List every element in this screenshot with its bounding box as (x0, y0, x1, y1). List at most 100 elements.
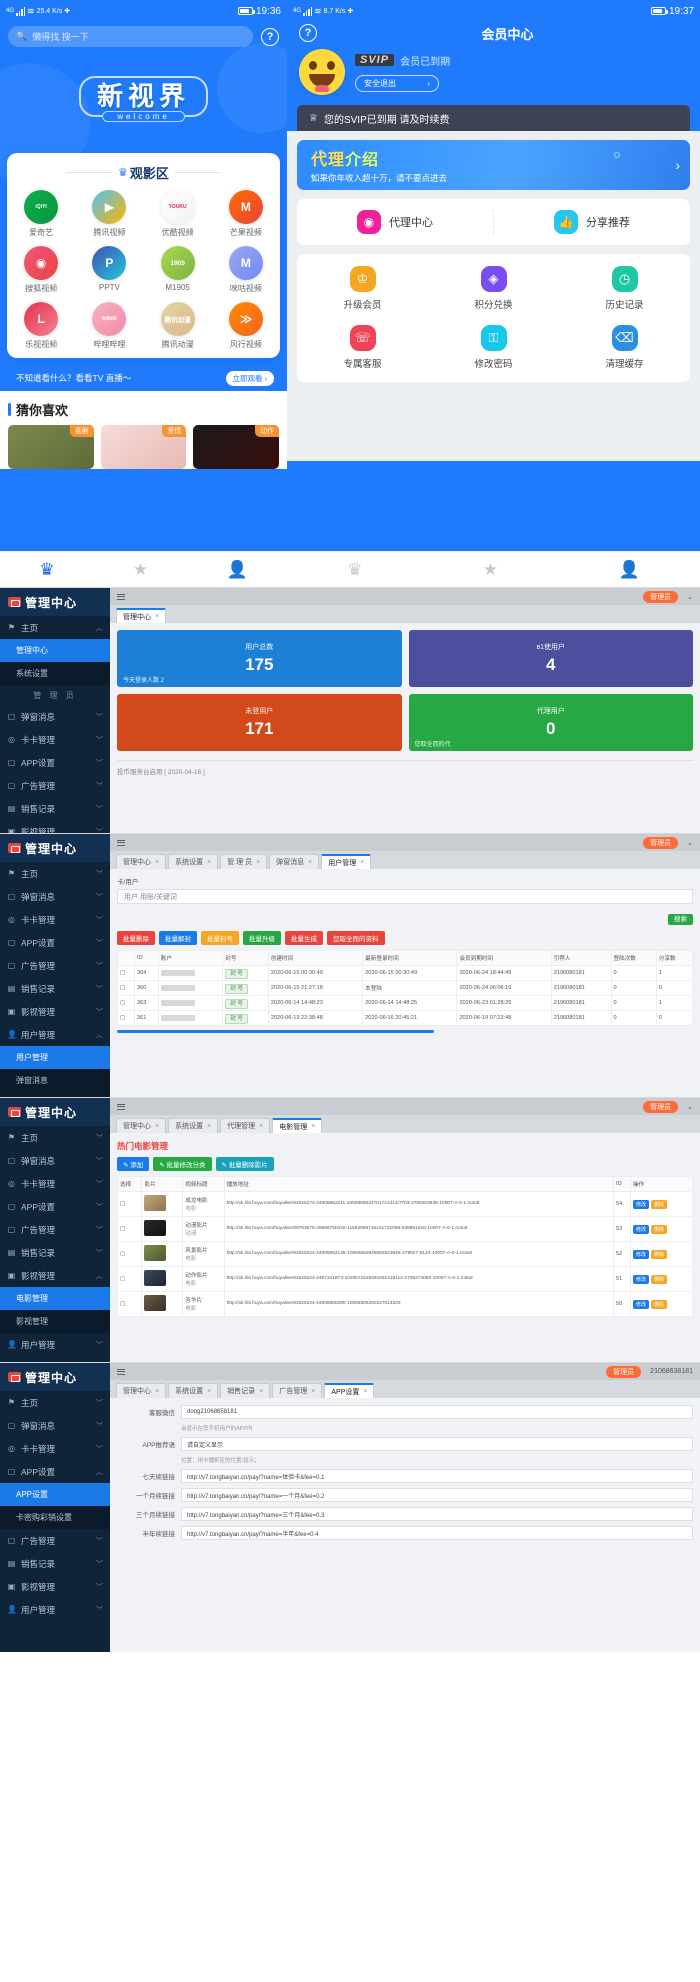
sidebar-item-ads[interactable]: ▢ 广告管理 ﹀ (0, 774, 110, 797)
video-site-item[interactable]: bilibili 哔哩哔哩 (75, 302, 143, 350)
table-row[interactable]: ▢ 304 封 号 2020-06-15 00:30:49 2020-06-15 00:… (116, 965, 694, 981)
movie-action-button[interactable]: ✎ 批量删除影片 (215, 1157, 274, 1171)
movie-action-button[interactable]: ✎ 添加 (117, 1157, 150, 1171)
video-site-item[interactable]: 1905 M1905 (144, 246, 212, 294)
sidebar-item-home-2[interactable]: ⚑ 主页 ﹀ (0, 862, 110, 885)
movie-op-button[interactable]: 删除 (651, 1299, 668, 1309)
tab-admin-center[interactable]: 管理中心 × (116, 608, 167, 623)
tab-close-icon[interactable]: × (155, 1123, 159, 1130)
search-input-users[interactable]: 用户 用账/关键词 (117, 889, 693, 904)
sidebar-item-popup-3[interactable]: ▢ 弹窗消息 ﹀ (0, 1149, 110, 1172)
settings-field-input[interactable]: dong21068658181 (181, 1405, 693, 1419)
movie-row-checkbox[interactable]: ▢ (116, 1191, 143, 1217)
tab-close-icon[interactable]: × (256, 859, 260, 866)
agent-intro-banner[interactable]: 代理介绍 如果你年收入超十万，请不要点进去 › (297, 140, 690, 190)
movie-action-button[interactable]: ✎ 批量修改分类 (153, 1157, 212, 1171)
cell-ban[interactable]: 封 号 (222, 995, 269, 1011)
hamburger-icon-movies[interactable] (117, 1103, 125, 1110)
settings-field-input[interactable]: http://v7.tongbaiyan.cn/pay/?name=半年&fee… (181, 1526, 693, 1540)
sidebar-item-home-4[interactable]: ⚑ 主页 ﹀ (0, 1391, 110, 1414)
movie-row-checkbox[interactable]: ▢ (116, 1291, 143, 1317)
search-button[interactable]: 搜索 (668, 914, 693, 925)
movie-row-checkbox[interactable]: ▢ (116, 1241, 143, 1267)
close-icon[interactable]: × (155, 613, 159, 620)
settings-field-input[interactable]: http://v7.tongbaiyan.cn/pay/?name=三个月&fe… (181, 1507, 693, 1521)
recommend-thumb[interactable]: 动作 (193, 425, 280, 469)
movie-table-row[interactable]: ▢ 成龙电影 电影 http://xk.hls.huya.com/huyalive/9… (116, 1191, 694, 1217)
sidebar-sub-agent-mgmt[interactable]: 弹窗消息 (0, 1069, 110, 1092)
movie-op-button[interactable]: 删除 (651, 1224, 668, 1234)
tab-close-icon[interactable]: × (155, 859, 159, 866)
cell-ban[interactable]: 封 号 (222, 980, 269, 996)
movie-row-checkbox[interactable]: ▢ (116, 1266, 143, 1292)
sidebar-item-system-settings[interactable]: 系统设置 (0, 662, 110, 685)
member-function-item[interactable]: ◈ 积分兑换 (428, 266, 559, 311)
sidebar-item-app-3[interactable]: ▢ APP设置 ﹀ (0, 1195, 110, 1218)
row-checkbox[interactable]: ▢ (116, 995, 136, 1011)
row-checkbox[interactable]: ▢ (116, 980, 136, 996)
tab-5[interactable]: APP设置 × (324, 1383, 375, 1398)
tab-4[interactable]: 弹窗消息 × (269, 854, 320, 869)
member-function-item[interactable]: ⌫ 清理缓存 (559, 325, 690, 370)
video-site-item[interactable]: M 芒果视频 (212, 190, 280, 238)
sidebar-item-home[interactable]: ⚑ 主页 ︿ (0, 616, 110, 639)
bulk-action-button[interactable]: 批量解封 (159, 931, 197, 945)
movie-op-button[interactable]: 修改 (632, 1224, 649, 1234)
sidebar-sub-card-price[interactable]: 卡密购彩销设置 (0, 1506, 110, 1529)
tab-3[interactable]: 代理管理 × (220, 1118, 271, 1133)
hamburger-icon[interactable] (117, 593, 125, 600)
sidebar-item-app-4[interactable]: ▢ APP设置 ︿ (0, 1460, 110, 1483)
help-icon-member[interactable]: ? (299, 23, 317, 42)
search-input[interactable]: 🔍 懒得找 搜一下 (8, 26, 253, 47)
bulk-action-button[interactable]: 批量生成 (285, 931, 323, 945)
row-checkbox[interactable]: ▢ (116, 1010, 136, 1026)
bulk-action-button[interactable]: 批量升级 (243, 931, 281, 945)
sidebar-item-card-3[interactable]: ◎ 卡卡管理 ﹀ (0, 1172, 110, 1195)
table-row[interactable]: ▢ 361 封 号 2020-06-13 22:38:48 2020-06-16 20:… (116, 1010, 694, 1026)
tab-1[interactable]: 管理中心 × (116, 1383, 167, 1398)
movie-op-button[interactable]: 修改 (632, 1249, 649, 1259)
video-site-item[interactable]: M 咪咕视频 (212, 246, 280, 294)
sidebar-item-film-2[interactable]: ▣ 影视管理 ﹀ (0, 1000, 110, 1023)
movie-op-button[interactable]: 删除 (651, 1199, 668, 1209)
member-function-item[interactable]: ◷ 历史记录 (559, 266, 690, 311)
sidebar-sub-movie-mgmt[interactable]: 电影管理 (0, 1287, 110, 1310)
table-row[interactable]: ▢ 363 封 号 2020-06-14 14:48:23 2020-06-14 14:… (116, 995, 694, 1011)
quick-action-2[interactable]: 👍 分享推荐 (493, 210, 690, 234)
tab-close-icon[interactable]: × (207, 1123, 211, 1130)
nav-crown-icon-member[interactable]: ♛ (347, 560, 362, 580)
movie-row-checkbox[interactable]: ▢ (116, 1216, 143, 1242)
video-site-item[interactable]: ▶ 腾讯视频 (75, 190, 143, 238)
tab-close-icon[interactable]: × (360, 859, 364, 866)
member-function-item[interactable]: ⚿ 修改密码 (428, 325, 559, 370)
movie-op-button[interactable]: 修改 (632, 1299, 649, 1309)
movie-table-row[interactable]: ▢ 风景影片 电影 http://xk.hls.huya.com/huyalive/9… (116, 1241, 694, 1267)
video-site-item[interactable]: 腾讯动漫 腾讯动漫 (144, 302, 212, 350)
tab-close-icon[interactable]: × (207, 859, 211, 866)
member-function-item[interactable]: ☏ 专属客服 (297, 325, 428, 370)
tab-2[interactable]: 系统设置 × (168, 1118, 219, 1133)
tab-close-icon[interactable]: × (259, 1388, 263, 1395)
quick-action-1[interactable]: ◉ 代理中心 (297, 210, 493, 234)
video-site-item[interactable]: ≫ 风行视频 (212, 302, 280, 350)
movie-op-button[interactable]: 删除 (651, 1274, 668, 1284)
sidebar-item-sales-3[interactable]: ▤ 销售记录 ﹀ (0, 1241, 110, 1264)
hamburger-icon-app[interactable] (117, 1368, 125, 1375)
sidebar-item-popup-2[interactable]: ▢ 弹窗消息 ﹀ (0, 885, 110, 908)
chevron-down-icon-users[interactable]: ⌄ (687, 839, 693, 847)
nav-crown-icon[interactable]: ♛ (39, 560, 54, 580)
tab-2[interactable]: 系统设置 × (168, 854, 219, 869)
nav-star-icon[interactable]: ★ (133, 560, 148, 580)
video-site-item[interactable]: iQIYI 爱奇艺 (7, 190, 75, 238)
tab-1[interactable]: 管理中心 × (116, 1118, 167, 1133)
sidebar-item-popup-4[interactable]: ▢ 弹窗消息 ﹀ (0, 1414, 110, 1437)
tv-promo-button[interactable]: 立即观看 › (225, 370, 274, 386)
movie-op-button[interactable]: 删除 (651, 1249, 668, 1259)
tab-1[interactable]: 管理中心 × (116, 854, 167, 869)
sidebar-item-users-3[interactable]: 👤 用户管理 ﹀ (0, 1333, 110, 1356)
cell-ban[interactable]: 封 号 (222, 1010, 269, 1026)
cell-ban[interactable]: 封 号 (222, 965, 269, 981)
chevron-down-icon-movies[interactable]: ⌄ (687, 1103, 693, 1111)
sidebar-item-popup[interactable]: ▢ 弹窗消息 ﹀ (0, 705, 110, 728)
sidebar-item-sales-2[interactable]: ▤ 销售记录 ﹀ (0, 977, 110, 1000)
